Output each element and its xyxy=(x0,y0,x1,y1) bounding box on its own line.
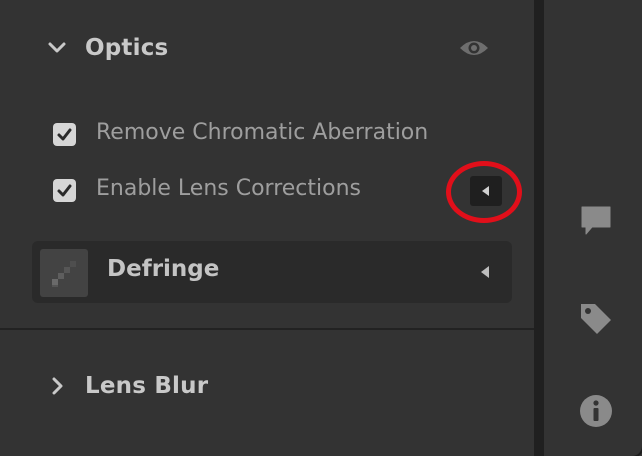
chevron-down-icon[interactable] xyxy=(46,37,68,59)
info-icon[interactable] xyxy=(578,393,614,429)
enable-lens-corrections-checkbox[interactable] xyxy=(53,179,76,202)
defringe-row[interactable]: Defringe xyxy=(32,241,512,303)
enable-lens-corrections-label: Enable Lens Corrections xyxy=(96,176,362,201)
chevron-right-icon[interactable] xyxy=(46,375,68,397)
tag-icon[interactable] xyxy=(578,300,614,336)
disclosure-left-icon[interactable] xyxy=(476,263,494,281)
checkmark-icon xyxy=(57,128,72,141)
checkmark-icon xyxy=(57,184,72,197)
defringe-label: Defringe xyxy=(107,256,220,282)
comment-icon[interactable] xyxy=(578,203,614,239)
panel-separator xyxy=(534,0,544,456)
remove-chromatic-aberration-checkbox[interactable] xyxy=(53,123,76,146)
lens-blur-section-header[interactable]: Lens Blur xyxy=(0,364,534,408)
eye-icon[interactable] xyxy=(458,37,490,59)
highlight-annotation-circle xyxy=(446,161,522,223)
optics-title: Optics xyxy=(85,35,169,61)
remove-chromatic-aberration-row[interactable]: Remove Chromatic Aberration xyxy=(0,114,534,154)
develop-panel-window: Optics Remove Chromatic Aberration Enabl… xyxy=(0,0,642,456)
defringe-icon xyxy=(40,249,88,297)
lens-blur-title: Lens Blur xyxy=(85,373,209,399)
window-corner xyxy=(628,442,642,456)
section-divider xyxy=(0,328,534,330)
right-icon-rail xyxy=(544,0,642,456)
edit-panel: Optics Remove Chromatic Aberration Enabl… xyxy=(0,0,536,456)
remove-chromatic-aberration-label: Remove Chromatic Aberration xyxy=(96,120,429,145)
optics-section-header[interactable]: Optics xyxy=(0,26,534,70)
